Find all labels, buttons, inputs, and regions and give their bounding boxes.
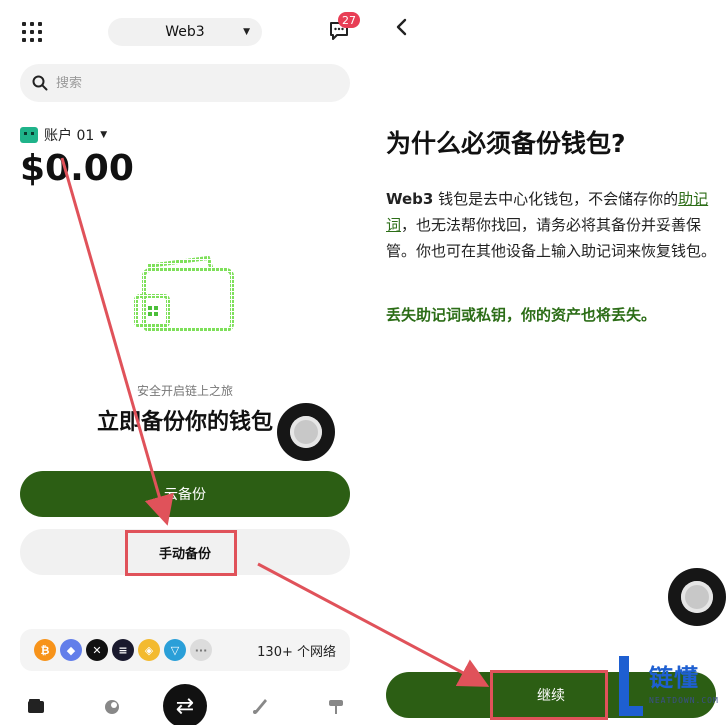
network-selector-label: Web3 (165, 24, 205, 40)
backup-explainer-panel: 为什么必须备份钱包? Web3 钱包是去中心化钱包，不会储存你的助记词，也无法帮… (370, 0, 728, 725)
wallet-pixel-illustration-icon (128, 252, 244, 344)
explanation-part-1: 钱包是去中心化钱包，不会储存你的 (433, 190, 679, 208)
networks-count: 130+ 个网络 (257, 645, 336, 660)
account-name: 账户 01 (44, 128, 95, 144)
page-title: 为什么必须备份钱包? (386, 129, 626, 158)
search-icon (32, 75, 48, 91)
wallet-tab-icon[interactable] (26, 696, 46, 716)
solana-icon: ≡ (112, 639, 134, 661)
chevron-down-icon: ▼ (100, 130, 108, 140)
swap-arrows-icon: ⇄ (175, 693, 195, 719)
wallet-home-panel: Web3 ▼ 27 账户 01 ▼ $0.00 (0, 0, 370, 725)
supported-networks-bar[interactable]: ₿ ◆ ✕ ≡ ◈ ▽ ··· 130+ 个网络 (20, 629, 350, 671)
swap-button[interactable]: ⇄ (163, 684, 207, 725)
floating-assistive-touch-icon[interactable] (668, 568, 726, 626)
discover-tab-icon[interactable] (250, 696, 270, 716)
manual-backup-highlight-box (125, 530, 237, 576)
explanation-part-2: ，也无法帮你找回，请务必将其备份并妥善保管。你也可在其他设备上输入助记词来恢复钱… (386, 216, 717, 260)
account-switcher[interactable]: 账户 01 ▼ (20, 125, 107, 145)
loss-warning-text: 丢失助记词或私钥，你的资产也将丢失。 (386, 306, 657, 324)
account-avatar-icon (20, 127, 38, 143)
ethereum-icon: ◆ (60, 639, 82, 661)
watermark-logo: 链懂 NEATDOWN.COM (615, 656, 725, 722)
watermark-subtext: NEATDOWN.COM (649, 696, 719, 705)
chevron-down-icon: ▼ (243, 27, 250, 37)
total-balance: $0.00 (20, 148, 134, 189)
bitcoin-icon: ₿ (34, 639, 56, 661)
network-selector[interactable]: Web3 ▼ (108, 18, 262, 46)
tron-icon: ▽ (164, 639, 186, 661)
back-arrow-icon[interactable] (392, 16, 412, 38)
continue-highlight-box (490, 670, 608, 720)
more-networks-icon: ··· (190, 639, 212, 661)
floating-assistive-touch-icon[interactable] (277, 403, 335, 461)
backup-explanation-text: Web3 钱包是去中心化钱包，不会储存你的助记词，也无法帮你找回，请务必将其备份… (386, 186, 716, 264)
watermark-text: 链懂 (649, 664, 699, 692)
market-tab-icon[interactable] (102, 696, 122, 716)
search-input[interactable] (56, 75, 316, 91)
cloud-backup-button[interactable]: 云备份 (20, 471, 350, 517)
bnb-icon: ◈ (138, 639, 160, 661)
search-bar[interactable] (20, 64, 350, 102)
watermark-l-logo-icon (619, 656, 643, 716)
web3-label: Web3 (386, 190, 434, 208)
safety-subtitle: 安全开启链上之旅 (136, 384, 233, 398)
apps-grid-icon[interactable] (22, 22, 42, 42)
message-count-badge: 27 (338, 12, 360, 28)
explore-tab-icon[interactable] (326, 696, 346, 716)
okx-icon: ✕ (86, 639, 108, 661)
